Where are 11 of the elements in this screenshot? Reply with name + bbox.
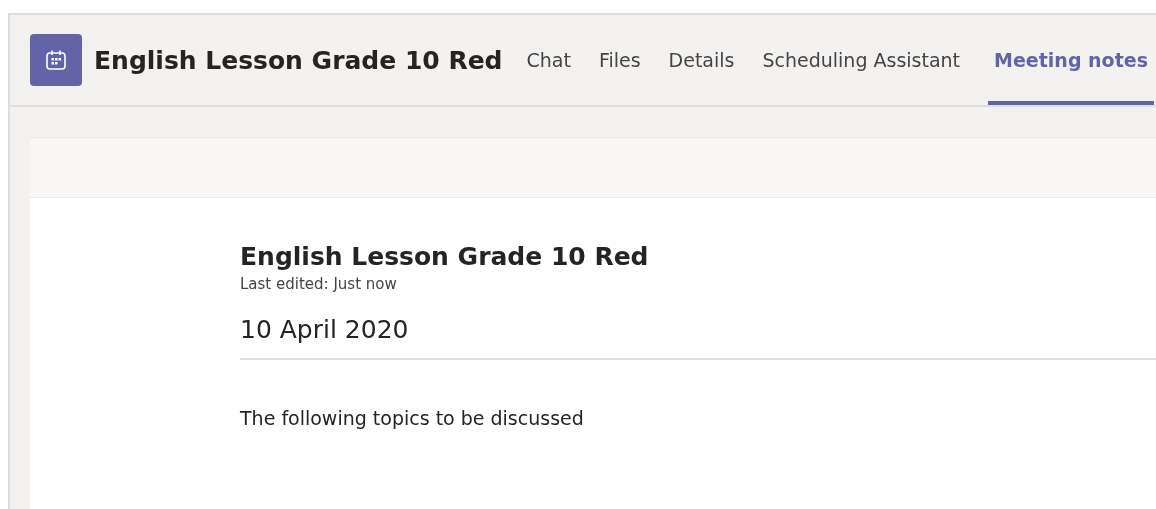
tab[interactable]: Files [584,15,655,105]
meeting-title: English Lesson Grade 10 Red [94,45,503,75]
tab[interactable]: Meeting notes [988,15,1154,105]
date-heading: 10 April 2020 [240,315,410,344]
tab[interactable]: Chat [512,15,585,105]
last-edited-text: Last edited: Just now [240,275,398,293]
tab[interactable]: Details [654,15,749,105]
notes-title: English Lesson Grade 10 Red [240,242,650,271]
tab[interactable]: Scheduling Assistant [748,15,975,105]
calendar-icon [30,34,82,86]
notes-text: The following topics to be discussed [240,407,585,429]
